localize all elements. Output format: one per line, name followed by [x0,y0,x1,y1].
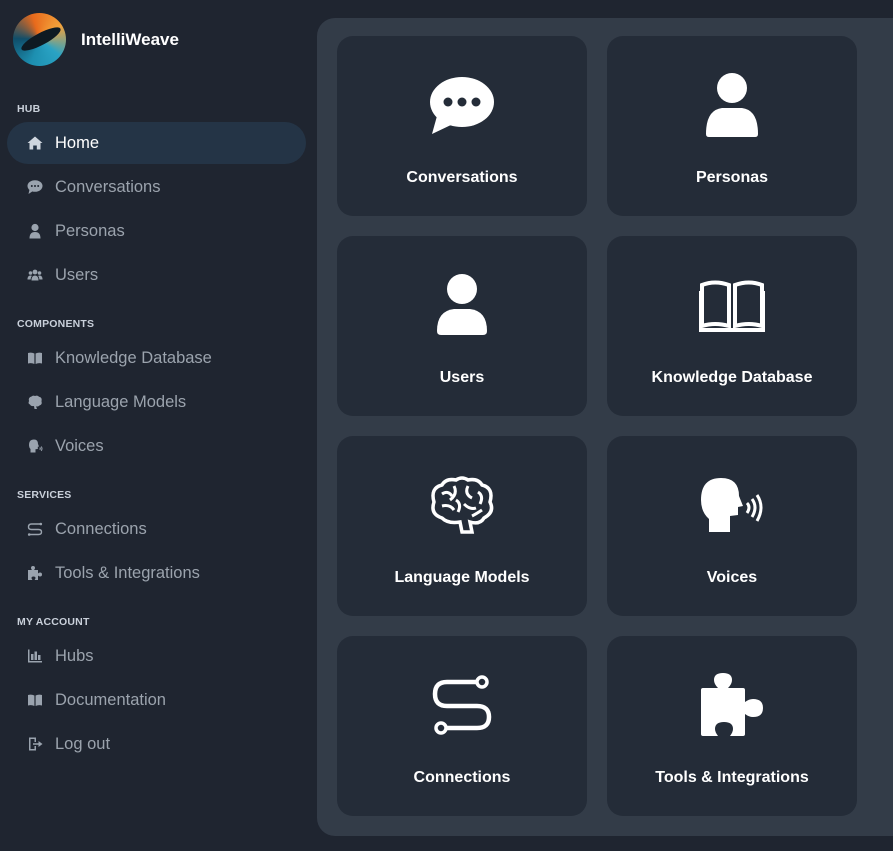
card-language-models[interactable]: Language Models [337,436,587,616]
card-label: Knowledge Database [651,369,813,386]
chat-icon [26,178,44,196]
sidebar-item-connections[interactable]: Connections [7,508,306,550]
sidebar-item-home[interactable]: Home [7,122,306,164]
brand-logo [13,13,66,66]
sidebar-item-personas[interactable]: Personas [7,210,306,252]
sidebar-item-hubs[interactable]: Hubs [7,635,306,677]
puzzle-icon [26,564,44,582]
chat-bubble-icon [337,72,587,138]
sidebar-item-log-out[interactable]: Log out [7,723,306,765]
card-conversations[interactable]: Conversations [337,36,587,216]
section-label-my-account: MY ACCOUNT [17,616,90,628]
sidebar-item-label: Language Models [55,392,187,411]
card-users[interactable]: Users [337,236,587,416]
voice-icon [26,437,44,455]
card-label: Personas [695,169,769,186]
route-icon [337,672,587,738]
app-root: IntelliWeave HUB Home Conversations Pers… [0,0,893,851]
card-knowledge-database[interactable]: Knowledge Database [607,236,857,416]
sidebar-item-voices[interactable]: Voices [7,425,306,467]
brain-icon [26,393,44,411]
brand-name: IntelliWeave [81,29,179,49]
dashboard-panel: Conversations Personas Users Knowledge D… [317,18,893,836]
voice-icon [607,472,857,538]
home-icon [26,134,44,152]
sidebar-item-label: Conversations [55,177,161,196]
book-open-icon [607,272,857,338]
card-voices[interactable]: Voices [607,436,857,616]
logout-icon [26,735,44,753]
user-icon [337,272,587,338]
users-icon [26,266,44,284]
section-label-services: SERVICES [17,489,72,501]
card-personas[interactable]: Personas [607,36,857,216]
sidebar-item-label: Log out [55,734,111,753]
card-label: Tools & Integrations [655,769,809,786]
person-icon [607,72,857,138]
puzzle-icon [607,672,857,738]
card-label: Language Models [394,569,530,586]
card-label: Conversations [406,169,518,186]
person-icon [26,222,44,240]
sidebar-item-label: Documentation [55,690,166,709]
card-tools-integrations[interactable]: Tools & Integrations [607,636,857,816]
sidebar-item-label: Home [55,133,100,152]
sidebar-item-label: Voices [55,436,104,455]
book-icon [26,691,44,709]
sidebar-item-label: Connections [55,519,147,538]
sidebar-item-label: Users [55,265,99,284]
sidebar-item-label: Tools & Integrations [55,563,200,582]
section-label-hub: HUB [17,103,41,115]
brain-icon [337,472,587,538]
sidebar-item-knowledge-database[interactable]: Knowledge Database [7,337,306,379]
hub-icon [26,647,44,665]
sidebar-item-label: Knowledge Database [55,348,212,367]
sidebar-item-users[interactable]: Users [7,254,306,296]
sidebar-item-language-models[interactable]: Language Models [7,381,306,423]
card-connections[interactable]: Connections [337,636,587,816]
card-label: Connections [413,769,511,786]
card-label: Voices [706,569,758,586]
book-icon [26,349,44,367]
route-icon [26,520,44,538]
sidebar-item-label: Personas [55,221,125,240]
sidebar: IntelliWeave HUB Home Conversations Pers… [0,0,316,851]
sidebar-item-conversations[interactable]: Conversations [7,166,306,208]
sidebar-item-documentation[interactable]: Documentation [7,679,306,721]
section-label-components: COMPONENTS [17,318,95,330]
sidebar-item-tools-integrations[interactable]: Tools & Integrations [7,552,306,594]
brand[interactable]: IntelliWeave [13,13,179,66]
sidebar-item-label: Hubs [55,646,94,665]
card-label: Users [439,369,485,386]
